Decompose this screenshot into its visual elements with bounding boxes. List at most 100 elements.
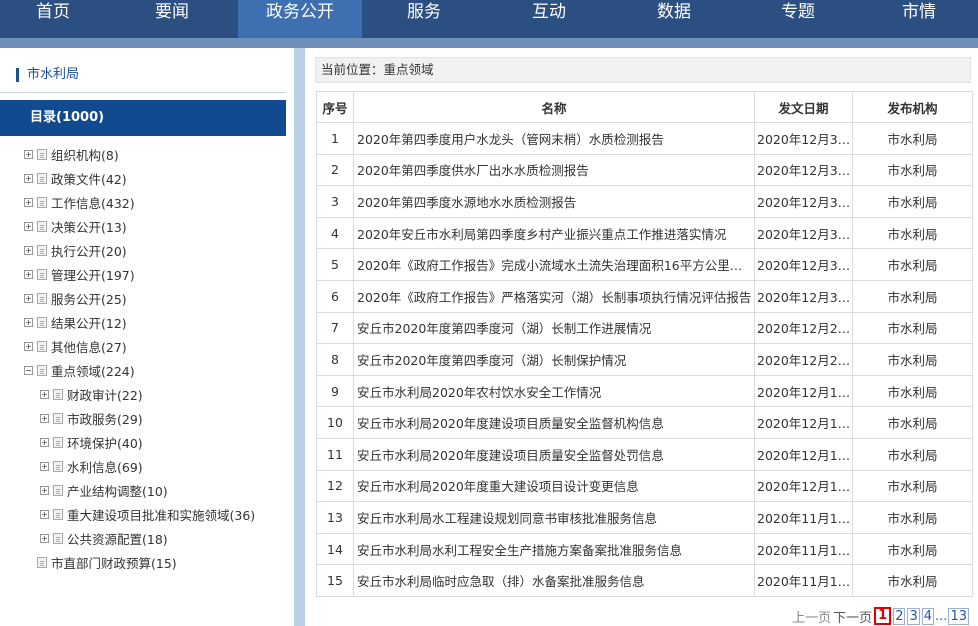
row-title-link[interactable]: 2020年第四季度供水厂出水水质检测报告 — [353, 153, 755, 187]
expand-icon[interactable]: + — [24, 293, 33, 303]
nav-item-1[interactable]: 要闻 — [106, 0, 238, 38]
expand-icon[interactable]: + — [24, 149, 33, 159]
tree-item[interactable]: + 重大建设项目批准和实施领域(36) — [0, 502, 290, 526]
nav-item-2[interactable]: 政务公开 — [238, 0, 362, 38]
tree-item-label[interactable]: 工作信息(432) — [51, 193, 135, 212]
row-title-link[interactable]: 安丘市2020年度第四季度河（湖）长制工作进展情况 — [353, 311, 755, 345]
document-icon — [53, 484, 63, 496]
nav-item-3[interactable]: 服务 — [362, 0, 486, 38]
tree-item-label[interactable]: 服务公开(25) — [51, 289, 127, 308]
row-title-link[interactable]: 安丘市水利局2020年度建设项目质量安全监督处罚信息 — [353, 437, 755, 471]
page-current[interactable]: 1 — [874, 607, 892, 625]
catalog-header[interactable]: 目录(1000) — [0, 100, 286, 136]
document-icon — [53, 460, 63, 472]
expand-icon[interactable]: + — [40, 389, 49, 399]
tree-item-label[interactable]: 市政服务(29) — [67, 409, 143, 428]
tree-item[interactable]: + 服务公开(25) — [0, 286, 290, 310]
page-link-3[interactable]: 3 — [907, 607, 920, 625]
document-icon — [37, 340, 47, 352]
row-title-link[interactable]: 2020年第四季度水源地水水质检测报告 — [353, 185, 755, 218]
tree-item[interactable]: + 管理公开(197) — [0, 262, 290, 286]
tree-item-label[interactable]: 其他信息(27) — [51, 337, 127, 356]
row-title-link[interactable]: 安丘市水利局水利工程安全生产措施方案备案批准服务信息 — [353, 532, 755, 566]
tree-item[interactable]: + 环境保护(40) — [0, 430, 290, 454]
tree-item-label[interactable]: 组织机构(8) — [51, 145, 119, 164]
row-number: 1 — [316, 122, 354, 155]
row-title-link[interactable]: 安丘市2020年度第四季度河（湖）长制保护情况 — [353, 343, 755, 376]
tree-item[interactable]: + 政策文件(42) — [0, 166, 290, 190]
tree-item-label[interactable]: 重大建设项目批准和实施领域(36) — [67, 505, 255, 524]
main-content: 当前位置：重点领域 序号 名称 发文日期 发布机构 1 2020年第四季度用户水龙… — [305, 48, 978, 626]
expand-icon[interactable]: + — [40, 413, 49, 423]
tree-item[interactable]: + 决策公开(13) — [0, 214, 290, 238]
tree-item[interactable]: + 公共资源配置(18) — [0, 526, 290, 550]
expand-icon[interactable]: + — [24, 197, 33, 207]
row-org: 市水利局 — [852, 122, 973, 155]
tree-item-label[interactable]: 执行公开(20) — [51, 241, 127, 260]
tree-item[interactable]: + 财政审计(22) — [0, 382, 290, 406]
row-title-link[interactable]: 2020年《政府工作报告》完成小流域水土流失治理面积16平方公里事项... — [353, 248, 755, 281]
tree-item-label[interactable]: 政策文件(42) — [51, 169, 127, 188]
expand-icon[interactable]: + — [40, 533, 49, 543]
tree-item-label[interactable]: 水利信息(69) — [67, 457, 143, 476]
page-link-last[interactable]: 13 — [948, 607, 969, 625]
nav-item-5[interactable]: 数据 — [612, 0, 736, 38]
page-link-2[interactable]: 2 — [893, 607, 906, 625]
tree-item[interactable]: + 工作信息(432) — [0, 190, 290, 214]
table-header-row: 序号 名称 发文日期 发布机构 — [316, 91, 973, 123]
page-link-4[interactable]: 4 — [921, 607, 935, 625]
tree-item-label[interactable]: 产业结构调整(10) — [67, 481, 168, 500]
tree-item-label[interactable]: 决策公开(13) — [51, 217, 127, 236]
expand-icon[interactable]: + — [40, 485, 49, 495]
nav-item-4[interactable]: 互动 — [486, 0, 612, 38]
expand-icon[interactable]: + — [40, 509, 49, 519]
expand-icon[interactable]: + — [24, 317, 33, 327]
next-page-link[interactable]: 下一页 — [833, 607, 872, 626]
row-date: 2020年12月18... — [754, 374, 853, 408]
expand-icon[interactable]: + — [24, 221, 33, 231]
table-row: 15 安丘市水利局临时应急取（排）水备案批准服务信息 2020年11月17... 市水… — [316, 564, 973, 597]
row-title-link[interactable]: 安丘市水利局2020年度重大建设项目设计变更信息 — [353, 469, 755, 503]
row-number: 12 — [316, 469, 354, 503]
nav-item-6[interactable]: 专题 — [736, 0, 860, 38]
tree-item[interactable]: + 结果公开(12) — [0, 310, 290, 334]
row-title-link[interactable]: 安丘市水利局2020年农村饮水安全工作情况 — [353, 374, 755, 408]
tree-item[interactable]: − 重点领域(224) — [0, 358, 290, 382]
expand-icon[interactable]: + — [40, 437, 49, 447]
expand-icon[interactable]: + — [24, 245, 33, 255]
row-title-link[interactable]: 2020年安丘市水利局第四季度乡村产业振兴重点工作推进落实情况 — [353, 216, 755, 250]
row-org: 市水利局 — [852, 153, 973, 187]
tree-item[interactable]: 市直部门财政预算(15) — [0, 550, 290, 574]
tree-item[interactable]: + 其他信息(27) — [0, 334, 290, 358]
expand-icon[interactable]: + — [24, 173, 33, 183]
prev-page-link[interactable]: 上一页 — [792, 607, 831, 626]
tree-item[interactable]: + 市政服务(29) — [0, 406, 290, 430]
tree-item-label[interactable]: 公共资源配置(18) — [67, 529, 168, 548]
category-tree: + 组织机构(8) + 政策文件(42) + 工作信息(432) + 决策公开(13) + 执行公… — [0, 142, 290, 574]
nav-item-0[interactable]: 首页 — [0, 0, 106, 38]
tree-item[interactable]: + 组织机构(8) — [0, 142, 290, 166]
expand-icon[interactable]: + — [40, 461, 49, 471]
row-title-link[interactable]: 安丘市水利局水工程建设规划同意书审核批准服务信息 — [353, 501, 755, 534]
tree-item[interactable]: + 水利信息(69) — [0, 454, 290, 478]
row-title-link[interactable]: 2020年《政府工作报告》严格落实河（湖）长制事项执行情况评估报告 — [353, 279, 755, 313]
row-title-link[interactable]: 安丘市水利局临时应急取（排）水备案批准服务信息 — [353, 564, 755, 597]
tree-item-label[interactable]: 环境保护(40) — [67, 433, 143, 452]
tree-item-label[interactable]: 市直部门财政预算(15) — [51, 553, 177, 572]
expand-icon[interactable]: + — [24, 341, 33, 351]
row-title-link[interactable]: 安丘市水利局2020年度建设项目质量安全监督机构信息 — [353, 406, 755, 439]
document-icon — [37, 220, 47, 232]
row-number: 2 — [316, 153, 354, 187]
table-row: 6 2020年《政府工作报告》严格落实河（湖）长制事项执行情况评估报告 2020年1… — [316, 279, 973, 313]
row-title-link[interactable]: 2020年第四季度用户水龙头（管网末梢）水质检测报告 — [353, 122, 755, 155]
tree-item-label[interactable]: 财政审计(22) — [67, 385, 143, 404]
tree-item[interactable]: + 产业结构调整(10) — [0, 478, 290, 502]
tree-item-label[interactable]: 重点领域(224) — [51, 361, 135, 380]
tree-item-label[interactable]: 管理公开(197) — [51, 265, 135, 284]
tree-item-label[interactable]: 结果公开(12) — [51, 313, 127, 332]
nav-item-7[interactable]: 市情 — [860, 0, 978, 38]
tree-item[interactable]: + 执行公开(20) — [0, 238, 290, 262]
expand-icon[interactable]: + — [24, 269, 33, 279]
collapse-icon[interactable]: − — [24, 365, 33, 375]
row-number: 3 — [316, 185, 354, 218]
